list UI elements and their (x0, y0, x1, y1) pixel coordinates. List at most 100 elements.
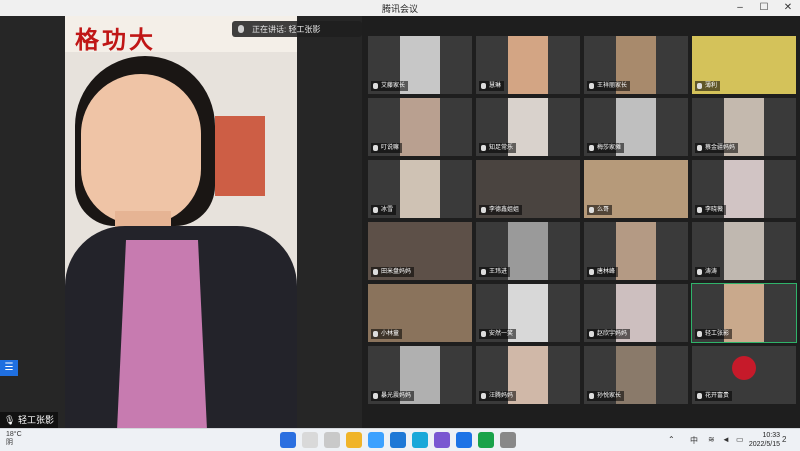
participant-name-label: 王祥丽家长 (587, 81, 631, 91)
mic-icon (481, 269, 486, 275)
participant-tile[interactable]: 艾藤家长 (368, 36, 472, 94)
participant-tile[interactable]: 轻工张影 (691, 283, 797, 343)
ime-indicator[interactable]: 中 (690, 435, 698, 446)
participant-tile[interactable]: 暴光震妈妈 (368, 346, 472, 404)
list-view-button[interactable]: ☰ (0, 360, 18, 376)
participant-tile[interactable]: 慧琳 (476, 36, 580, 94)
participant-name-label: 花开富贵 (695, 391, 733, 401)
settings-icon[interactable] (500, 432, 516, 448)
mic-icon (589, 393, 594, 399)
mic-icon (697, 331, 702, 337)
participant-name-label: 李晓薇 (695, 205, 727, 215)
title-bar: 腾讯会议 – ☐ ✕ (0, 0, 800, 17)
mic-icon: 🎙 (4, 415, 16, 425)
participant-name-label: 薄利 (695, 81, 721, 91)
participant-tile[interactable]: 王祥丽家长 (584, 36, 688, 94)
store-icon[interactable] (390, 432, 406, 448)
mic-icon (697, 393, 702, 399)
banner-text: 格功大 (75, 25, 156, 54)
participant-tile[interactable]: 花开富贵 (692, 346, 796, 404)
participant-name-label: 蔡金疆妈妈 (695, 143, 739, 153)
weather-widget[interactable]: 18°C 阴 (6, 431, 22, 447)
mic-icon (697, 207, 702, 213)
app-icon[interactable] (412, 432, 428, 448)
search-icon[interactable] (302, 432, 318, 448)
participant-video (508, 36, 548, 94)
time: 10:33 (762, 432, 780, 439)
participant-tile[interactable]: 么哥 (584, 160, 688, 218)
participant-tile[interactable]: 梅莎家摊 (584, 98, 688, 156)
mic-icon (697, 145, 702, 151)
mic-icon (373, 269, 378, 275)
mic-icon (589, 145, 594, 151)
tray-overflow-icon[interactable]: ⌃ (668, 435, 675, 444)
mic-icon (589, 207, 594, 213)
participant-tile[interactable]: 安然一笑 (476, 284, 580, 342)
participant-name-label: 田米盘妈妈 (371, 267, 415, 277)
mic-icon (481, 207, 486, 213)
battery-icon[interactable]: ▭ (736, 435, 744, 444)
task-view-icon[interactable] (324, 432, 340, 448)
participant-name-label: 叮说嘛 (371, 143, 403, 153)
close-button[interactable]: ✕ (776, 0, 800, 16)
mic-icon (481, 393, 486, 399)
participant-tile[interactable]: 王玮进 (476, 222, 580, 280)
date: 2022/5/15 (748, 441, 780, 448)
participant-tile[interactable]: 蔡金疆妈妈 (692, 98, 796, 156)
participant-video (400, 98, 440, 156)
clock[interactable]: 10:33 2022/5/15 (749, 431, 780, 449)
window-title: 腾讯会议 (381, 4, 418, 14)
start-button-icon[interactable] (280, 432, 296, 448)
participant-name-label: 暴光震妈妈 (371, 391, 415, 401)
wifi-icon[interactable]: ≋ (708, 435, 715, 444)
tencent-meeting-icon[interactable] (456, 432, 472, 448)
participant-tile[interactable]: 冰雪 (368, 160, 472, 218)
speaker-view[interactable]: 格功大 正在讲话: 轻工张影 ☰ 🎙 轻工张影 (0, 16, 362, 428)
weather-temp: 18°C (6, 431, 22, 438)
speaker-icon[interactable]: ◄ (722, 435, 730, 444)
wall-decoration (215, 116, 265, 196)
participant-name-label: 小林童 (371, 329, 403, 339)
speaking-text: 正在讲话: 轻工张影 (252, 25, 321, 34)
minimize-button[interactable]: – (728, 0, 752, 16)
participant-tile[interactable]: 涛涛 (692, 222, 796, 280)
mic-icon (589, 269, 594, 275)
participant-tile[interactable]: 李德鑫姐姐 (476, 160, 580, 218)
notifications-badge[interactable]: 2 (782, 435, 786, 444)
participant-tile[interactable]: 田米盘妈妈 (368, 222, 472, 280)
mic-icon (373, 393, 378, 399)
participant-name-label: 么哥 (587, 205, 613, 215)
mic-icon (697, 83, 702, 89)
app-icon[interactable] (434, 432, 450, 448)
mic-icon (481, 145, 486, 151)
participant-video (616, 222, 656, 280)
speaker-name: 轻工张影 (17, 415, 54, 425)
participant-name-label: 慧琳 (479, 81, 505, 91)
participant-tile[interactable]: 薄利 (692, 36, 796, 94)
avatar (732, 356, 756, 380)
wechat-icon[interactable] (478, 432, 494, 448)
participant-tile[interactable]: 唐林峰 (584, 222, 688, 280)
mic-icon (697, 269, 702, 275)
mic-icon (373, 83, 378, 89)
participant-name-label: 李德鑫姐姐 (479, 205, 523, 215)
edge-icon[interactable] (368, 432, 384, 448)
participant-tile[interactable]: 知足常乐 (476, 98, 580, 156)
participant-video (508, 222, 548, 280)
speaker-video: 格功大 (65, 16, 297, 428)
participant-name-label: 冰雪 (371, 205, 397, 215)
participant-tile[interactable]: 叮说嘛 (368, 98, 472, 156)
mic-icon (589, 331, 594, 337)
mic-icon (589, 83, 594, 89)
participant-tile[interactable]: 李晓薇 (692, 160, 796, 218)
participant-tile[interactable]: 小林童 (368, 284, 472, 342)
participant-tile[interactable]: 汪腾妈妈 (476, 346, 580, 404)
maximize-button[interactable]: ☐ (752, 0, 776, 16)
participant-tile[interactable]: 孙悦家长 (584, 346, 688, 404)
weather-desc: 阴 (6, 439, 13, 446)
participant-tile[interactable]: 赵欣宇妈妈 (584, 284, 688, 342)
speaking-indicator: 正在讲话: 轻工张影 (232, 21, 362, 37)
file-explorer-icon[interactable] (346, 432, 362, 448)
participant-name-label: 唐林峰 (587, 267, 619, 277)
participant-name-label: 艾藤家长 (371, 81, 409, 91)
